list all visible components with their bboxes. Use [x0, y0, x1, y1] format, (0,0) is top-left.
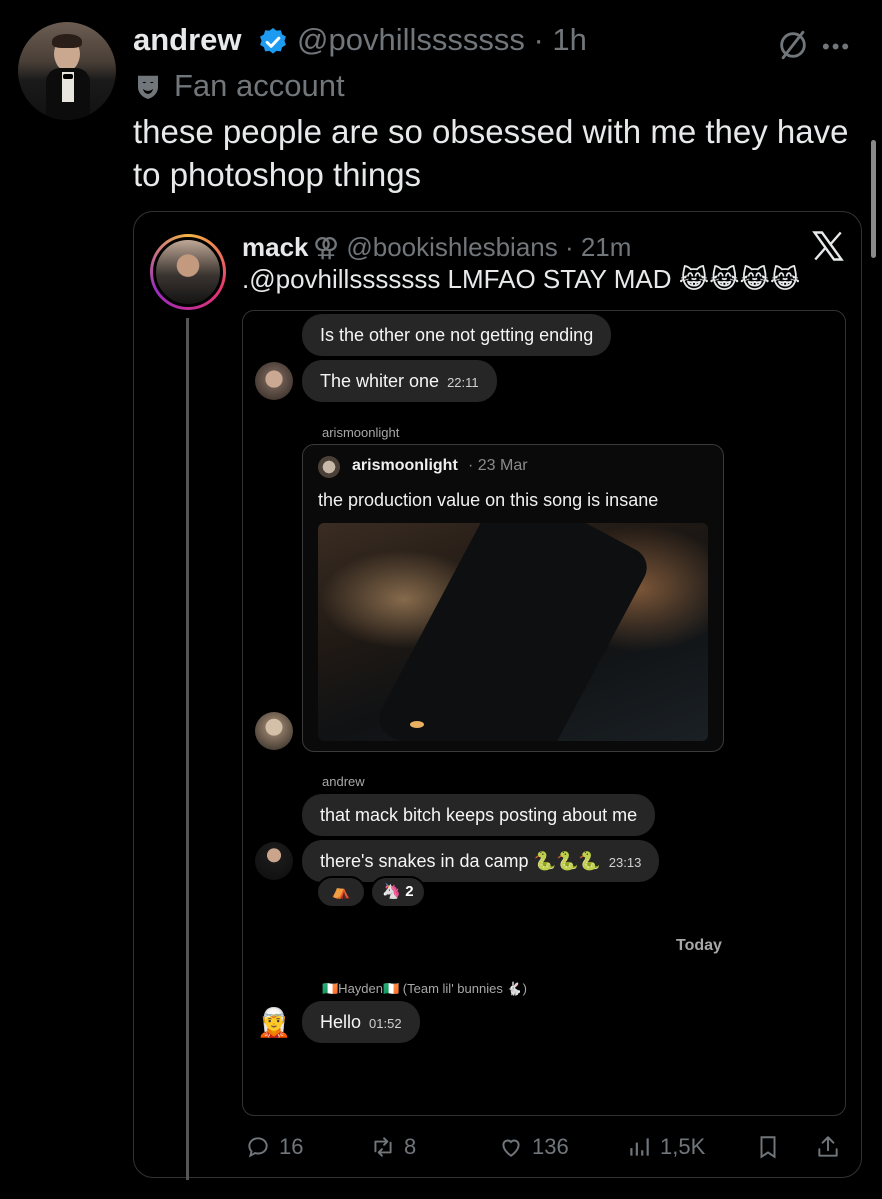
quote-tweet-text: .@povhillsssssss LMFAO STAY MAD 😹😹😹😹	[242, 264, 801, 294]
views-button[interactable]: 1,5K	[626, 1133, 705, 1161]
shared-post-date: · 23 Mar	[468, 457, 528, 474]
bookmark-button[interactable]	[755, 1133, 781, 1161]
dm-sender-avatar	[255, 362, 293, 400]
fan-account-label: Fan account	[174, 68, 345, 103]
reply-icon	[248, 1137, 268, 1158]
message-reaction[interactable]: ⛺	[316, 876, 366, 908]
shared-post-text: the production value on this song is ins…	[318, 490, 659, 510]
shared-post-media[interactable]	[318, 523, 708, 741]
reply-button[interactable]: 16	[245, 1133, 303, 1161]
quote-author-handle-time[interactable]: ⚢ @bookishlesbians · 21m	[313, 232, 631, 263]
dm-message: The whiter one 22:11	[302, 360, 497, 402]
dm-message: Hello 01:52	[302, 1001, 420, 1043]
shared-post-author: arismoonlight	[352, 457, 458, 474]
like-icon	[502, 1139, 520, 1157]
views-icon	[630, 1138, 649, 1156]
quote-author-name[interactable]: mack	[242, 232, 309, 263]
share-icon	[818, 1136, 838, 1157]
dm-sender-avatar	[255, 842, 293, 880]
message-reaction[interactable]: 🦄 2	[370, 876, 426, 908]
tweet-text: these people are so obsessed with me the…	[133, 113, 849, 193]
dm-sender-avatar: 🧝	[256, 1007, 292, 1038]
dm-sender-label: 🇮🇪Hayden🇮🇪 (Team lil' bunnies 🐇)	[322, 981, 527, 996]
quote-author-avatar[interactable]	[150, 234, 226, 310]
share-button[interactable]	[815, 1133, 841, 1161]
verified-icon	[260, 28, 286, 54]
like-button[interactable]: 136	[498, 1133, 569, 1161]
more-icon[interactable]: •••	[822, 34, 851, 60]
x-logo-icon	[812, 231, 844, 261]
shared-post-avatar	[318, 456, 340, 478]
repost-button[interactable]: 8	[370, 1133, 416, 1161]
dm-sender-label: andrew	[322, 774, 365, 789]
repost-icon	[374, 1137, 392, 1157]
grok-icon[interactable]	[776, 28, 810, 62]
dm-message: that mack bitch keeps posting about me	[302, 794, 656, 836]
author-avatar[interactable]	[18, 22, 116, 120]
author-display-name[interactable]: andrew	[133, 22, 242, 58]
thread-line	[186, 318, 189, 1180]
dm-sender-avatar	[255, 712, 293, 750]
fan-badge-icon	[138, 75, 158, 99]
dm-message: there's snakes in da camp 🐍🐍🐍 23:13	[302, 840, 660, 882]
bookmark-icon	[760, 1136, 776, 1159]
dm-sender-label: arismoonlight	[322, 425, 400, 440]
author-handle-time[interactable]: @povhillsssssss · 1h	[297, 22, 587, 58]
date-divider: Today	[676, 937, 722, 954]
dm-message: Is the other one not getting ending	[302, 314, 612, 356]
scrollbar[interactable]	[871, 140, 876, 258]
